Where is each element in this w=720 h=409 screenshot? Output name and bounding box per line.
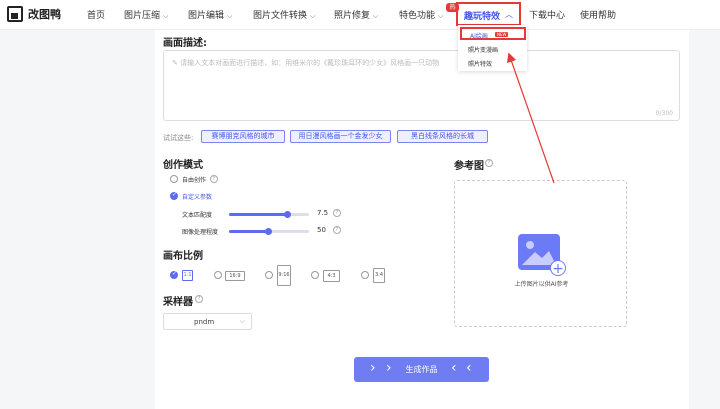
- annotation-arrow: [507, 52, 555, 184]
